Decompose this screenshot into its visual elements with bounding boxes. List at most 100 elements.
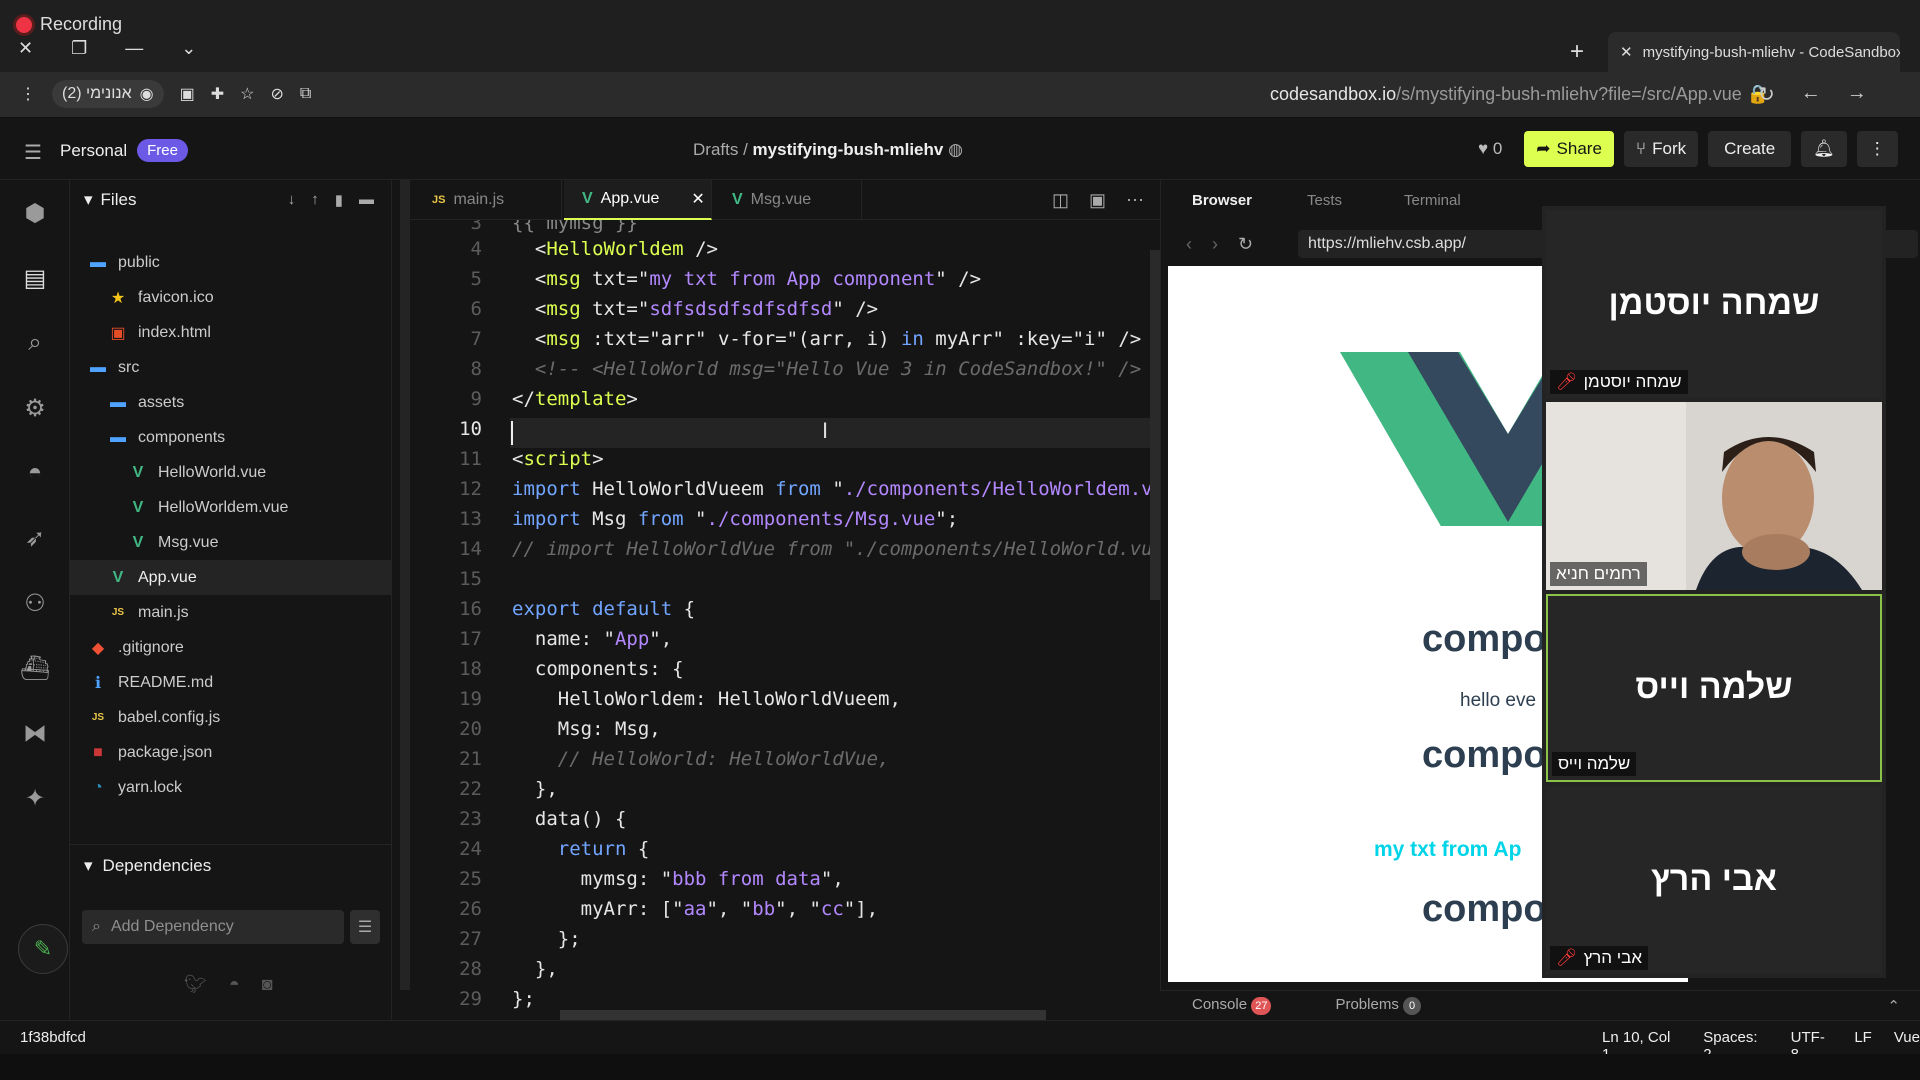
tab-label: main.js: [453, 191, 505, 208]
more-horizontal-icon[interactable]: ⋯: [1126, 190, 1144, 211]
extensions-icon[interactable]: ✚: [211, 84, 224, 104]
participant-tile-video[interactable]: רחמים חניא: [1546, 402, 1882, 590]
editor-vertical-scrollbar[interactable]: [1150, 250, 1160, 600]
file-tree-item[interactable]: ▬ src: [70, 350, 392, 385]
share-button[interactable]: ➦ Share: [1524, 131, 1614, 167]
add-dependency-input[interactable]: ⌕ Add Dependency: [82, 910, 344, 944]
edit-pencil-button[interactable]: ✎: [18, 924, 68, 974]
new-file-icon[interactable]: ▮: [335, 191, 343, 209]
collapse-chevron-icon: ▾: [84, 855, 93, 875]
file-tree-item[interactable]: JS main.js: [70, 595, 392, 630]
more-menu-button[interactable]: ⋮: [1856, 131, 1898, 167]
participant-tile-speaking[interactable]: שלמה וייס שלמה וייס: [1546, 594, 1882, 782]
split-view-icon[interactable]: ◫: [1052, 190, 1069, 211]
refresh-icon[interactable]: ↻: [1238, 234, 1253, 255]
file-tree-item[interactable]: ℹ README.md: [70, 665, 392, 700]
sort-up-icon[interactable]: ↑: [311, 191, 319, 209]
live-users-icon[interactable]: ⚇: [20, 588, 50, 618]
tab-main-js[interactable]: JS main.js: [414, 180, 562, 220]
github-icon[interactable]: ◓: [229, 974, 240, 995]
vscode-icon[interactable]: ⧓: [20, 718, 50, 748]
line-number: 21: [459, 748, 482, 770]
file-tree-item[interactable]: JS babel.config.js: [70, 700, 392, 735]
file-tree-item[interactable]: ■ package.json: [70, 735, 392, 770]
participant-tile[interactable]: אבי הרץ 🎤︎ אבי הרץ: [1546, 786, 1882, 974]
file-tree-item[interactable]: V HelloWorld.vue: [70, 455, 392, 490]
translate-icon[interactable]: ⧉: [300, 85, 311, 103]
chevron-up-icon[interactable]: ⌃: [1887, 997, 1900, 1015]
preview-toggle-icon[interactable]: ▣: [1089, 190, 1106, 211]
problems-tab[interactable]: Problems 0: [1335, 996, 1421, 1015]
file-tree-item[interactable]: ◔ yarn.lock: [70, 770, 392, 805]
file-tree-item[interactable]: ★ favicon.ico: [70, 280, 392, 315]
notifications-button[interactable]: 🔔︎: [1801, 131, 1847, 167]
npm-icon: ■: [93, 743, 103, 761]
tab-msg-vue[interactable]: V Msg.vue: [714, 180, 862, 220]
tab-list-icon[interactable]: ⌄: [181, 38, 196, 59]
docker-icon[interactable]: ⛴: [20, 653, 50, 683]
url-text[interactable]: codesandbox.io/s/mystifying-bush-mliehv?…: [1270, 84, 1769, 105]
editor-horizontal-scrollbar[interactable]: [560, 1010, 1046, 1020]
incognito-badge[interactable]: אנונימי (2) ◉: [52, 80, 164, 108]
files-header[interactable]: ▾ Files ↓ ↑ ▮ ▬: [70, 180, 392, 220]
participant-tile[interactable]: שמחה יוסטמן 🎤︎ שמחה יוסטמן: [1546, 210, 1882, 398]
bookmark-star-icon[interactable]: ☆: [240, 84, 254, 104]
file-tree-item[interactable]: ▣ index.html: [70, 315, 392, 350]
tab-label: Msg.vue: [750, 191, 812, 208]
file-tree-item[interactable]: V Msg.vue: [70, 525, 392, 560]
code-line: export default {: [512, 598, 696, 620]
sidebar-icon[interactable]: ▣: [180, 84, 195, 104]
deploy-rocket-icon[interactable]: ➶: [20, 523, 50, 553]
close-tab-icon[interactable]: ✕: [1620, 43, 1633, 61]
sparkle-icon[interactable]: ✦: [20, 783, 50, 813]
tab-tests[interactable]: Tests: [1307, 192, 1342, 209]
menu-icon[interactable]: ⋮: [20, 84, 36, 104]
new-folder-icon[interactable]: ▬: [359, 191, 374, 209]
file-tree-item[interactable]: V HelloWorldem.vue: [70, 490, 392, 525]
explorer-icon[interactable]: ▤: [20, 263, 50, 293]
search-icon[interactable]: ⌕: [20, 328, 50, 358]
sort-down-icon[interactable]: ↓: [288, 191, 296, 209]
github-icon[interactable]: ◓: [20, 458, 50, 488]
forward-icon[interactable]: →: [1847, 82, 1867, 107]
twitter-icon[interactable]: 🐦︎: [184, 974, 207, 995]
create-button[interactable]: Create: [1708, 131, 1792, 167]
file-tree-item[interactable]: V App.vue: [70, 560, 392, 595]
activity-bar: ⬢ ▤ ⌕ ⚙ ◓ ➶ ⚇ ⛴ ⧓ ✦: [0, 180, 70, 1020]
file-tree-item[interactable]: ◆ .gitignore: [70, 630, 392, 665]
browser-tab[interactable]: ✕ mystifying-bush-mliehv - CodeSandbox: [1608, 32, 1900, 72]
discord-icon[interactable]: ◙: [262, 974, 273, 995]
hamburger-menu-icon[interactable]: ☰: [24, 140, 42, 165]
console-tab[interactable]: Console 27: [1192, 996, 1272, 1015]
new-tab-button[interactable]: +: [1570, 38, 1584, 66]
component-heading: compo: [1422, 618, 1547, 660]
sidebar-scrollbar[interactable]: [400, 180, 410, 990]
file-tree-item[interactable]: ▬ public: [70, 245, 392, 280]
incognito-label: אנונימי (2): [62, 85, 132, 102]
dependencies-header[interactable]: ▾ Dependencies: [70, 844, 392, 886]
close-window-icon[interactable]: ✕: [18, 38, 33, 59]
tab-app-vue[interactable]: V App.vue ✕: [564, 180, 712, 220]
back-icon[interactable]: ←: [1801, 82, 1821, 107]
crumb-folder[interactable]: Drafts: [693, 140, 738, 159]
restore-window-icon[interactable]: ❐: [71, 38, 87, 59]
line-number: 20: [459, 718, 482, 740]
close-tab-icon[interactable]: ✕: [691, 189, 704, 209]
like-counter[interactable]: ♥ 0: [1478, 139, 1502, 159]
eye-off-icon[interactable]: ⊘: [271, 84, 284, 104]
code-editor[interactable]: {{ mymsg }} 3 4 <HelloWorldem /> 5 <msg t…: [412, 220, 1152, 1020]
workspace-switcher[interactable]: Personal Free: [60, 139, 188, 162]
settings-gear-icon[interactable]: ⚙: [20, 393, 50, 423]
forward-icon[interactable]: ›: [1212, 234, 1218, 255]
dependency-list-button[interactable]: ☰: [350, 910, 380, 944]
minimize-window-icon[interactable]: —: [125, 38, 143, 59]
tab-terminal[interactable]: Terminal: [1404, 192, 1461, 209]
sandbox-info-icon[interactable]: ⬢: [20, 198, 50, 228]
tab-browser[interactable]: Browser: [1192, 192, 1252, 209]
back-icon[interactable]: ‹: [1186, 234, 1192, 255]
sandbox-name[interactable]: mystifying-bush-mliehv: [753, 140, 944, 159]
reload-icon[interactable]: ↻: [1758, 82, 1775, 107]
file-tree-item[interactable]: ▬ assets: [70, 385, 392, 420]
file-tree-item[interactable]: ▬ components: [70, 420, 392, 455]
fork-button[interactable]: ⑂ Fork: [1623, 131, 1699, 167]
